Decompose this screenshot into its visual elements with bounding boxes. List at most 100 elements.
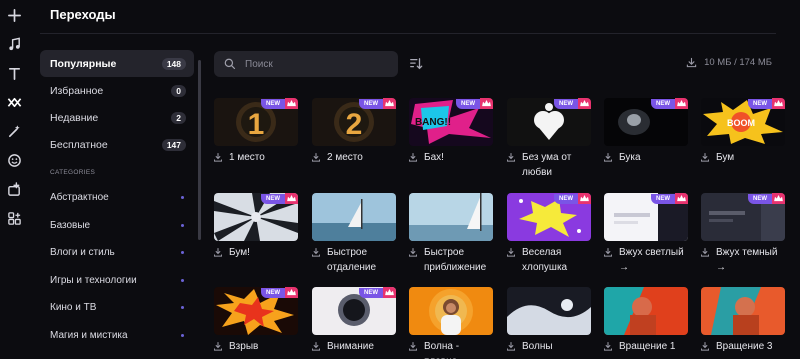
- music-icon[interactable]: [4, 34, 24, 54]
- download-icon[interactable]: [701, 342, 709, 351]
- transition-card[interactable]: NEW Без ума от любви: [507, 98, 591, 180]
- sort-icon[interactable]: [409, 57, 423, 71]
- transition-card[interactable]: Волна - плавно: [409, 287, 493, 359]
- badge-group: NEW: [359, 287, 396, 298]
- transition-card[interactable]: 2 NEW 2 место: [312, 98, 396, 166]
- transition-label: Вжух светлый →: [604, 246, 688, 275]
- download-icon[interactable]: [507, 248, 515, 257]
- download-icon[interactable]: [604, 248, 612, 257]
- transition-card[interactable]: NEW Вжух светлый →: [604, 193, 688, 275]
- transition-label: Веселая хлопушка: [507, 246, 591, 275]
- download-icon[interactable]: [604, 153, 612, 162]
- download-icon[interactable]: [312, 248, 320, 257]
- transition-thumbnail[interactable]: 2 NEW: [312, 98, 396, 146]
- transition-card[interactable]: Быстрое отдаление: [312, 193, 396, 275]
- sidebar-item-favorites[interactable]: Избранное 0: [40, 77, 194, 104]
- download-icon[interactable]: [214, 342, 222, 351]
- download-icon[interactable]: [214, 153, 222, 162]
- transition-card[interactable]: NEW Взрыв: [214, 287, 298, 355]
- download-icon[interactable]: [507, 153, 515, 162]
- download-icon[interactable]: [604, 342, 612, 351]
- search-input[interactable]: [245, 58, 385, 70]
- transition-thumbnail[interactable]: [701, 287, 785, 335]
- transition-thumbnail[interactable]: NEW: [507, 98, 591, 146]
- new-badge: NEW: [651, 193, 675, 204]
- crown-icon: [383, 98, 396, 109]
- sidebar-category-magic[interactable]: Магия и мистика: [40, 322, 194, 350]
- sidebar-category-abstract[interactable]: Абстрактное: [40, 184, 194, 212]
- download-icon[interactable]: [701, 248, 709, 257]
- sidebar-item-label: Бесплатное: [50, 138, 108, 151]
- badge-group: NEW: [554, 193, 591, 204]
- transition-label: Волна - плавно: [409, 340, 493, 359]
- transition-thumbnail[interactable]: [409, 287, 493, 335]
- transition-thumbnail[interactable]: NEW: [604, 98, 688, 146]
- download-icon[interactable]: [701, 153, 709, 162]
- sidebar-category-basic[interactable]: Базовые: [40, 212, 194, 240]
- transition-card[interactable]: Волны: [507, 287, 591, 355]
- transition-name: Бум: [716, 152, 735, 163]
- transition-thumbnail[interactable]: NEW: [604, 193, 688, 241]
- category-sidebar: Популярные 148 Избранное 0 Недавние 2 Бе…: [40, 50, 194, 349]
- transition-card[interactable]: Быстрое приближение: [409, 193, 493, 275]
- download-icon[interactable]: [409, 153, 417, 162]
- badge-group: NEW: [261, 98, 298, 109]
- badge-group: NEW: [554, 98, 591, 109]
- transition-card[interactable]: NEW Вжух темный →: [701, 193, 785, 275]
- import-icon[interactable]: [4, 179, 24, 199]
- transition-thumbnail[interactable]: BOOM NEW: [701, 98, 785, 146]
- download-icon[interactable]: [214, 248, 222, 257]
- download-icon[interactable]: [409, 342, 417, 351]
- transition-thumbnail[interactable]: NEW: [312, 287, 396, 335]
- transition-card[interactable]: Вращение 3: [701, 287, 785, 355]
- download-icon[interactable]: [409, 248, 417, 257]
- sidebar-category-games[interactable]: Игры и технологии: [40, 267, 194, 295]
- transition-name: Вжух светлый →: [619, 247, 684, 273]
- new-badge: NEW: [554, 193, 578, 204]
- sidebar-scrollbar[interactable]: [198, 60, 201, 240]
- transition-thumbnail[interactable]: NEW: [507, 193, 591, 241]
- effects-icon[interactable]: [4, 121, 24, 141]
- crown-icon: [578, 98, 591, 109]
- text-icon[interactable]: [4, 63, 24, 83]
- transition-card[interactable]: NEW Веселая хлопушка: [507, 193, 591, 275]
- transition-thumbnail[interactable]: [312, 193, 396, 241]
- transition-card[interactable]: NEW Бум!: [214, 193, 298, 261]
- download-icon[interactable]: [507, 342, 515, 351]
- sidebar-item-free[interactable]: Бесплатное 147: [40, 131, 194, 158]
- transition-card[interactable]: BANG!! NEW Бах!: [409, 98, 493, 166]
- templates-icon[interactable]: [4, 208, 24, 228]
- search-box[interactable]: [214, 51, 398, 77]
- svg-text:BOOM: BOOM: [727, 118, 755, 128]
- transition-thumbnail[interactable]: NEW: [214, 193, 298, 241]
- sidebar-item-popular[interactable]: Популярные 148: [40, 50, 194, 77]
- thumbnail-image: [604, 287, 688, 335]
- transition-card[interactable]: 1 NEW 1 место: [214, 98, 298, 166]
- transition-thumbnail[interactable]: [409, 193, 493, 241]
- transition-thumbnail[interactable]: 1 NEW: [214, 98, 298, 146]
- transition-card[interactable]: NEW Бука: [604, 98, 688, 166]
- sidebar-category-vlogs[interactable]: Влоги и стиль: [40, 239, 194, 267]
- transition-thumbnail[interactable]: [604, 287, 688, 335]
- transition-thumbnail[interactable]: BANG!! NEW: [409, 98, 493, 146]
- transition-thumbnail[interactable]: [507, 287, 591, 335]
- sidebar-category-cinema[interactable]: Кино и ТВ: [40, 294, 194, 322]
- sidebar-item-recent[interactable]: Недавние 2: [40, 104, 194, 131]
- transitions-icon[interactable]: [4, 92, 24, 112]
- transition-thumbnail[interactable]: NEW: [701, 193, 785, 241]
- sticker-icon[interactable]: [4, 150, 24, 170]
- plus-icon[interactable]: [4, 5, 24, 25]
- transition-card[interactable]: BOOM NEW Бум: [701, 98, 785, 166]
- badge-group: NEW: [261, 287, 298, 298]
- crown-icon: [772, 98, 785, 109]
- transition-name: Веселая хлопушка: [522, 247, 568, 273]
- download-icon[interactable]: [312, 153, 320, 162]
- transition-thumbnail[interactable]: NEW: [214, 287, 298, 335]
- download-icon[interactable]: [312, 342, 320, 351]
- transition-label: Внимание: [312, 340, 396, 355]
- transition-card[interactable]: NEW Внимание: [312, 287, 396, 355]
- transition-name: Бука: [619, 152, 641, 163]
- thumbnail-image: [409, 193, 493, 241]
- transition-card[interactable]: Вращение 1: [604, 287, 688, 355]
- transition-name: Волна - плавно: [424, 341, 460, 359]
